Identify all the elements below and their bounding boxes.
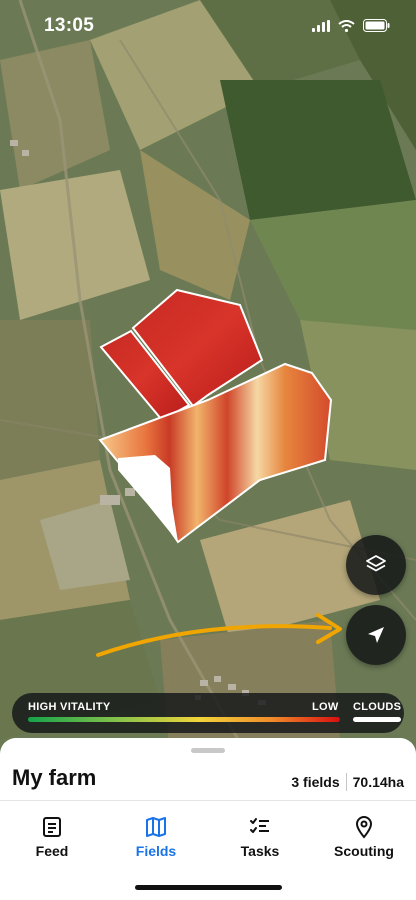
vitality-gradient-bar	[28, 717, 340, 722]
bottom-tab-bar: Feed Fields Tasks Scouting	[0, 800, 416, 867]
home-indicator[interactable]	[135, 885, 282, 890]
tab-feed-label: Feed	[35, 843, 69, 859]
tab-fields-label: Fields	[135, 843, 177, 859]
farm-summary: 3 fields 70.14ha	[291, 773, 404, 791]
wifi-icon	[338, 19, 355, 32]
vitality-legend: HIGH VITALITY LOW CLOUDS	[12, 693, 404, 733]
layers-button[interactable]	[346, 535, 406, 595]
tab-feed[interactable]: Feed	[7, 815, 97, 859]
sheet-grabber[interactable]	[191, 748, 225, 753]
legend-low-label: LOW	[312, 701, 339, 713]
locate-me-button[interactable]	[346, 605, 406, 665]
legend-high-label: HIGH VITALITY	[28, 701, 111, 713]
tab-scouting[interactable]: Scouting	[319, 815, 409, 859]
clouds-swatch	[353, 717, 401, 722]
farm-title: My farm	[12, 765, 97, 790]
tab-scouting-label: Scouting	[334, 843, 394, 859]
battery-icon	[363, 19, 390, 32]
location-pin-icon	[355, 816, 373, 839]
meta-divider	[345, 773, 347, 791]
legend-clouds-label: CLOUDS	[353, 701, 402, 713]
status-time: 13:05	[44, 15, 95, 36]
navigation-arrow-icon	[368, 627, 384, 643]
layers-icon	[366, 555, 386, 572]
status-icons	[312, 19, 390, 32]
map-patch	[0, 320, 100, 480]
tab-fields[interactable]: Fields	[111, 815, 201, 859]
farm-area: 70.14ha	[352, 774, 404, 790]
signal-icon	[312, 19, 330, 32]
document-icon	[43, 817, 61, 837]
status-bar: 13:05	[0, 0, 416, 54]
tab-tasks-label: Tasks	[240, 843, 280, 859]
map-icon	[146, 817, 166, 837]
app-screen: 13:05 HIGH VITALITY LOW CLOUDS My farm 3…	[0, 0, 416, 900]
fields-count: 3 fields	[291, 774, 340, 790]
checklist-icon	[250, 818, 269, 833]
tab-tasks[interactable]: Tasks	[215, 815, 305, 859]
